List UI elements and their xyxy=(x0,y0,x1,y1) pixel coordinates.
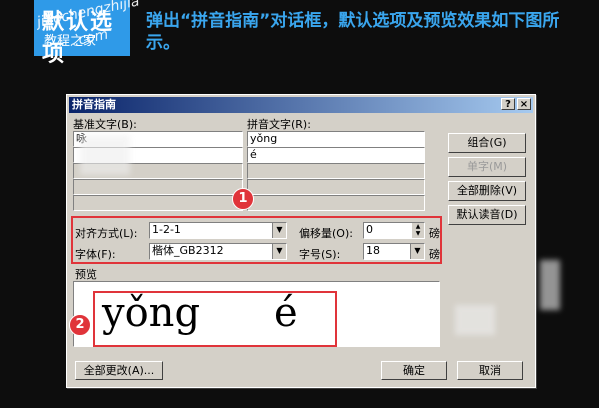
headline: 弹出“拼音指南”对话框，默认选项及预览效果如下图所示。 xyxy=(146,11,560,53)
blurred-watermark xyxy=(455,305,495,335)
help-button[interactable]: ? xyxy=(501,98,515,110)
dialog-title: 拼音指南 xyxy=(72,98,116,111)
cancel-button[interactable]: 取消 xyxy=(457,361,523,380)
step-marker-2: 2 xyxy=(69,314,91,336)
watermark-line3: 教程之家 xyxy=(44,34,97,49)
delete-all-button[interactable]: 全部删除(V) xyxy=(448,181,526,201)
ruby-text-row xyxy=(247,179,425,195)
ruby-text-row xyxy=(247,163,425,179)
ruby-text-row[interactable]: é xyxy=(247,147,425,163)
ok-button[interactable]: 确定 xyxy=(381,361,447,380)
ruby-text-label: 拼音文字(R): xyxy=(247,118,311,131)
options-highlight-box xyxy=(71,216,442,264)
default-reading-button[interactable]: 默认读音(D) xyxy=(448,205,526,225)
change-all-button[interactable]: 全部更改(A)... xyxy=(75,361,163,380)
base-text-row xyxy=(73,195,243,211)
ruby-guide-dialog: 拼音指南 ? × 基准文字(B): 拼音文字(R): 咏 yǒng é 组合(G… xyxy=(66,94,536,388)
close-button[interactable]: × xyxy=(517,98,531,110)
preview-label: 预览 xyxy=(75,268,97,281)
blurred-watermark xyxy=(540,260,560,310)
single-char-button[interactable]: 单字(M) xyxy=(448,157,526,177)
preview-highlight-box xyxy=(93,291,337,347)
ruby-text-row xyxy=(247,195,425,211)
blurred-watermark xyxy=(80,135,130,175)
ruby-text-row[interactable]: yǒng xyxy=(247,131,425,147)
base-text-row xyxy=(73,179,243,195)
dialog-titlebar: 拼音指南 ? × xyxy=(69,97,533,113)
base-text-label: 基准文字(B): xyxy=(73,118,137,131)
step-marker-1: 1 xyxy=(232,188,254,210)
group-button[interactable]: 组合(G) xyxy=(448,133,526,153)
